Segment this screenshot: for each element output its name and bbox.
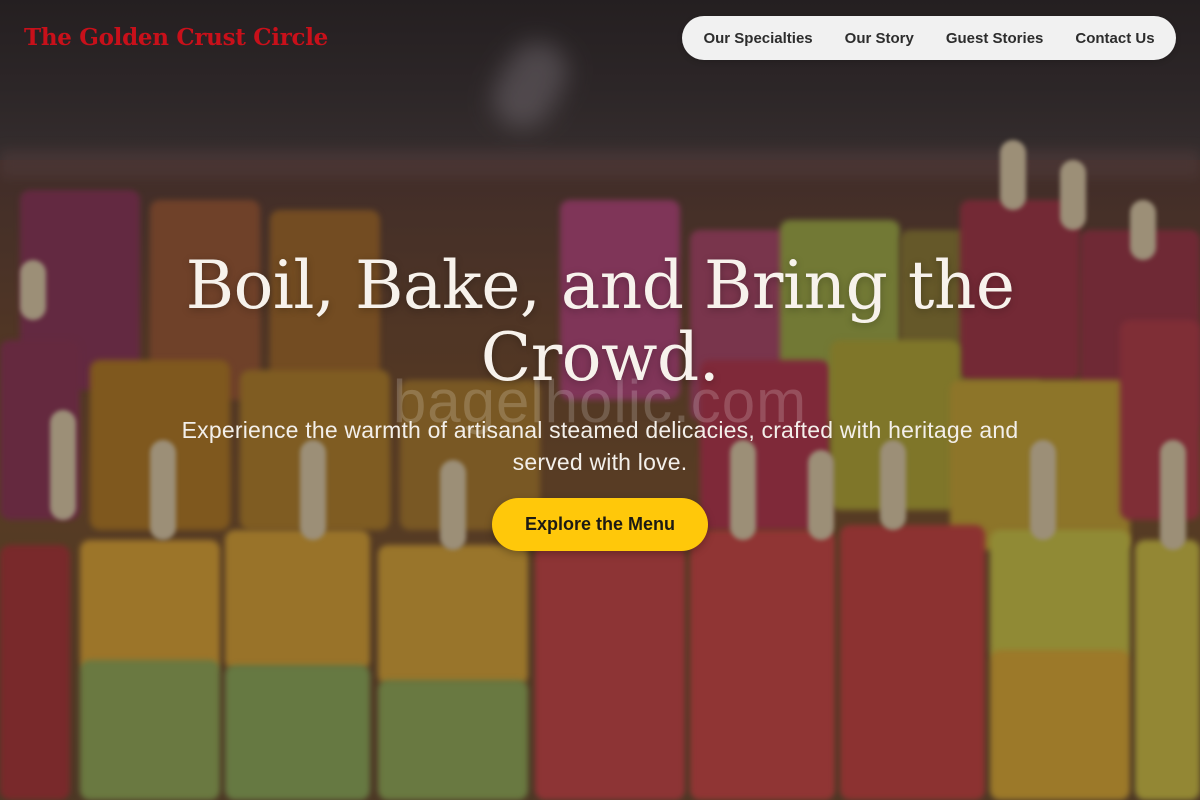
hero-headline: Boil, Bake, and Bring the Crowd.	[185, 247, 1015, 396]
nav-link-contact-us[interactable]: Contact Us	[1075, 30, 1154, 47]
nav-link-our-specialties[interactable]: Our Specialties	[703, 30, 812, 47]
hero-subtitle: Experience the warmth of artisanal steam…	[181, 417, 1019, 475]
nav-link-our-story[interactable]: Our Story	[845, 30, 914, 47]
explore-menu-button[interactable]: Explore the Menu	[492, 498, 708, 551]
main-nav: Our Specialties Our Story Guest Stories …	[682, 16, 1176, 60]
nav-link-guest-stories[interactable]: Guest Stories	[946, 30, 1044, 47]
site-logo[interactable]: The Golden Crust Circle	[24, 24, 328, 51]
hero-section: Boil, Bake, and Bring the Crowd. Experie…	[0, 250, 1200, 551]
